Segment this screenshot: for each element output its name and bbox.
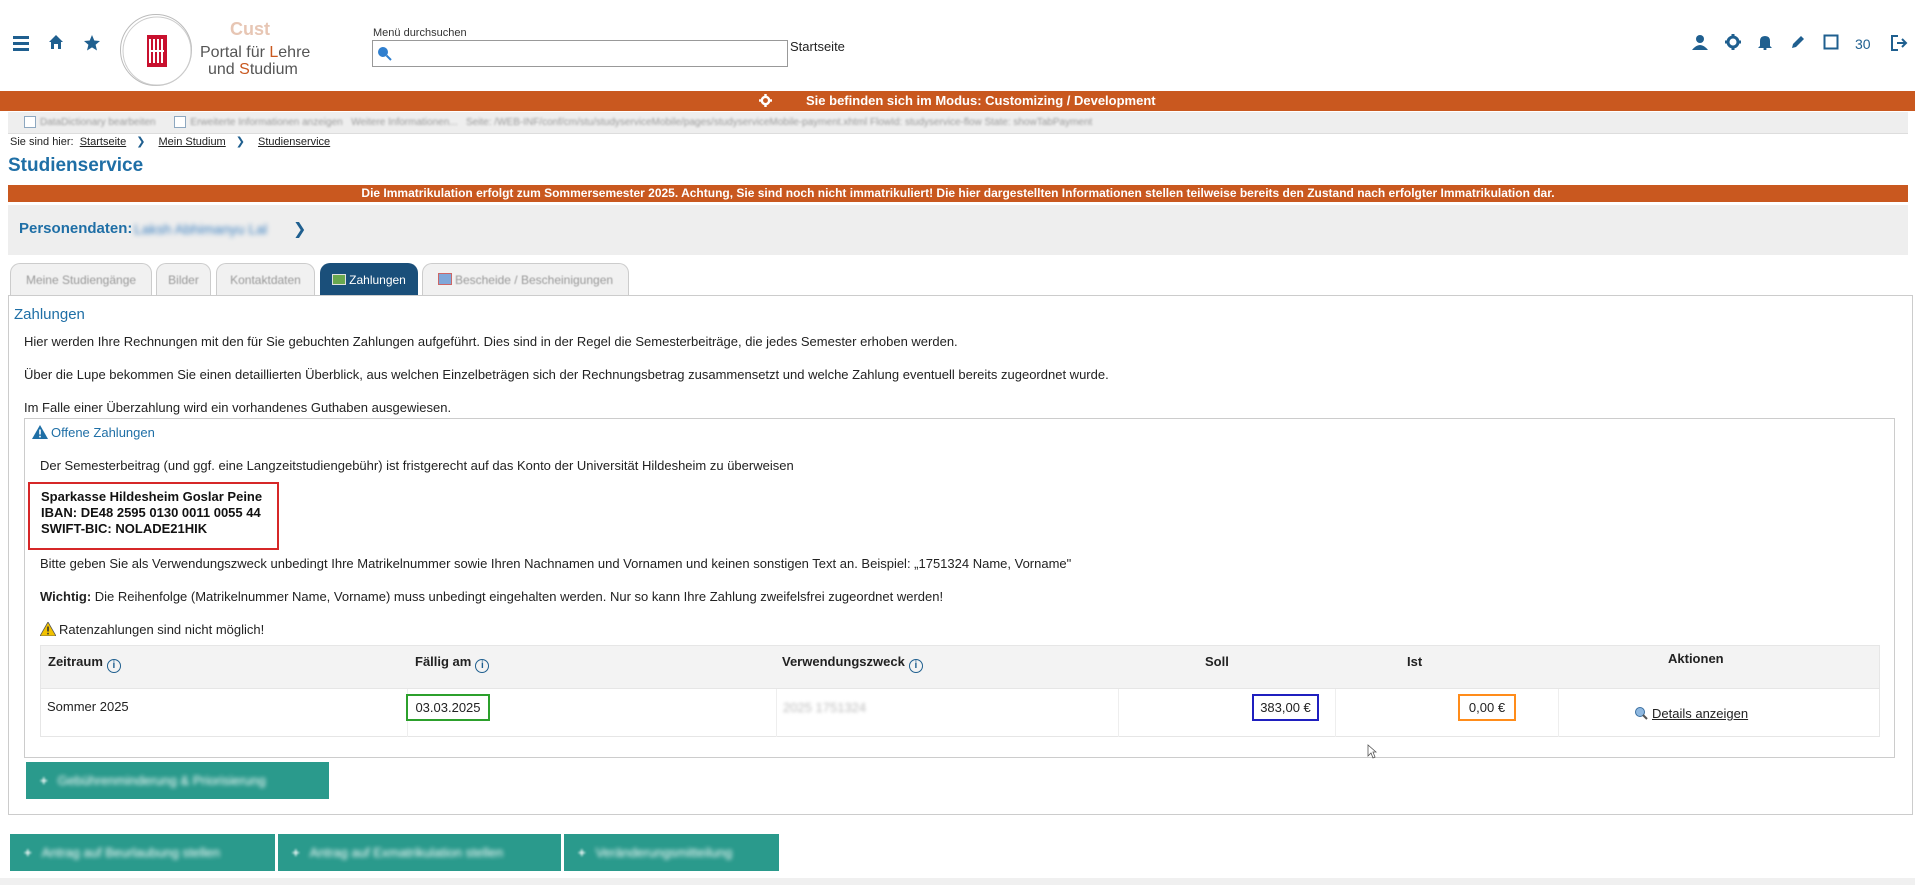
extended-info-checkbox[interactable] xyxy=(174,116,187,129)
portal-title: Portal für Lehre und Studium xyxy=(200,44,311,78)
magnifier-icon[interactable] xyxy=(1634,706,1648,720)
col-header-faellig: Fällig am i xyxy=(415,654,490,673)
cell-soll: 383,00 € xyxy=(1252,694,1319,721)
info-icon[interactable]: i xyxy=(475,659,490,673)
breadcrumb-startseite[interactable]: Startseite xyxy=(80,136,126,148)
chevron-right-icon[interactable]: ❯ xyxy=(293,219,306,239)
dev-item-extended-info: Erweiterte Informationen anzeigen xyxy=(190,117,343,128)
search-input[interactable] xyxy=(372,40,788,67)
cell-ist: 0,00 € xyxy=(1458,694,1516,721)
offene-intro: Der Semesterbeitrag (und ggf. eine Langz… xyxy=(40,458,794,473)
gear-icon[interactable] xyxy=(1722,34,1744,55)
tab-bilder[interactable]: Bilder xyxy=(156,263,211,295)
search-icon xyxy=(378,47,392,61)
breadcrumb-studienservice[interactable]: Studienservice xyxy=(258,136,330,148)
mode-text: Sie befinden sich im Modus: Customizing … xyxy=(806,93,1156,108)
col-header-soll: Soll xyxy=(1205,654,1229,669)
installments-note: Ratenzahlungen sind nicht möglich! xyxy=(40,622,264,637)
bank-name: Sparkasse Hildesheim Goslar Peine xyxy=(41,489,263,504)
person-name[interactable]: Laksh Abhimanyu Lal xyxy=(134,221,267,237)
page-title: Studienservice xyxy=(8,155,144,176)
tab-zahlungen[interactable]: Zahlungen xyxy=(320,263,418,295)
logout-icon[interactable] xyxy=(1888,34,1910,57)
warning-icon xyxy=(40,622,56,636)
plus-icon: + xyxy=(292,845,300,860)
pencil-icon[interactable] xyxy=(1787,34,1809,55)
tab-kontaktdaten[interactable]: Kontaktdaten xyxy=(216,263,315,295)
dev-item-datadictionary: DataDictionary bearbeiten xyxy=(40,117,156,128)
logo-cust: Cust xyxy=(230,19,270,39)
bank-bic: SWIFT-BIC: NOLADE21HIK xyxy=(41,521,208,536)
cell-zeitraum: Sommer 2025 xyxy=(47,699,129,714)
col-header-zeitraum: Zeitraum i xyxy=(48,654,121,673)
startseite-link[interactable]: Startseite xyxy=(790,39,845,54)
plus-icon: + xyxy=(40,773,48,788)
zahlungen-intro-1: Hier werden Ihre Rechnungen mit den für … xyxy=(24,334,958,349)
offene-zahlungen-title: Offene Zahlungen xyxy=(32,425,155,440)
mode-bar: Sie befinden sich im Modus: Customizing … xyxy=(0,91,1915,111)
home-icon[interactable] xyxy=(45,34,67,55)
search-label: Menü durchsuchen xyxy=(373,27,467,39)
bank-iban: IBAN: DE48 2595 0130 0011 0055 44 xyxy=(41,505,261,520)
info-icon[interactable]: i xyxy=(908,659,923,673)
person-bar[interactable]: Personendaten: Laksh Abhimanyu Lal ❯ xyxy=(8,205,1908,255)
payment-icon xyxy=(332,274,347,285)
plus-icon: + xyxy=(578,845,586,860)
tab-bescheide[interactable]: Bescheide / Bescheinigungen xyxy=(422,263,629,295)
beurlaubung-button[interactable]: + Antrag auf Beurlaubung stellen xyxy=(10,834,275,871)
document-icon xyxy=(437,273,452,285)
zahlungen-intro-3: Im Falle einer Überzahlung wird ein vorh… xyxy=(24,400,452,415)
star-icon[interactable] xyxy=(81,34,103,57)
exmatrikulation-button[interactable]: + Antrag auf Exmatrikulation stellen xyxy=(278,834,561,871)
chevron-right-icon: ❯ xyxy=(136,136,146,148)
university-seal-logo xyxy=(120,14,192,86)
menu-icon[interactable] xyxy=(10,34,32,57)
datadictionary-checkbox[interactable] xyxy=(24,116,36,129)
dev-item-more-info[interactable]: Weitere Informationen... xyxy=(351,117,458,128)
bell-icon[interactable] xyxy=(1754,34,1776,55)
chevron-right-icon: ❯ xyxy=(235,136,245,148)
details-anzeigen-link[interactable]: Details anzeigen xyxy=(1652,706,1748,721)
purpose-hint: Bitte geben Sie als Verwendungszweck unb… xyxy=(40,556,1072,571)
dev-item-page-info: Seite: /WEB-INF/conf/cm/stu/studyservice… xyxy=(465,117,1093,128)
gebuehrenminderung-button[interactable]: + Gebührenminderung & Priorisierung xyxy=(26,762,329,799)
table-row xyxy=(40,689,1880,737)
warning-icon xyxy=(32,425,48,439)
payments-table-header xyxy=(40,645,1880,689)
counter-badge: 30 xyxy=(1855,36,1871,52)
col-header-aktionen: Aktionen xyxy=(1668,651,1724,666)
gear-icon xyxy=(759,91,773,111)
mouse-cursor-icon xyxy=(1367,744,1377,759)
col-header-ist: Ist xyxy=(1407,654,1423,669)
important-note: Wichtig: Die Reihenfolge (Matrikelnummer… xyxy=(40,589,944,604)
dev-toolbar: DataDictionary bearbeiten Erweiterte Inf… xyxy=(8,112,1908,134)
immatrikulation-notice: Die Immatrikulation erfolgt zum Sommerse… xyxy=(8,185,1908,202)
zahlungen-intro-2: Über die Lupe bekommen Sie einen detaill… xyxy=(24,367,1109,382)
breadcrumb: Sie sind hier: Startseite ❯ Mein Studium ❯… xyxy=(10,135,330,148)
veraenderungsmitteilung-button[interactable]: + Veränderungsmitteilung xyxy=(564,834,779,871)
square-icon[interactable] xyxy=(1820,34,1842,55)
person-label: Personendaten: xyxy=(19,220,133,237)
section-title-zahlungen: Zahlungen xyxy=(14,306,85,323)
tab-meine-studiengaenge[interactable]: Meine Studiengänge xyxy=(10,263,152,295)
bank-details-box: Sparkasse Hildesheim Goslar Peine IBAN: … xyxy=(28,482,279,550)
plus-icon: + xyxy=(24,845,32,860)
header: Cust Portal für Lehre und Studium Menü d… xyxy=(0,0,1915,92)
breadcrumb-prefix: Sie sind hier: xyxy=(10,136,74,148)
breadcrumb-mein-studium[interactable]: Mein Studium xyxy=(158,136,225,148)
col-header-verwendungszweck: Verwendungszweck i xyxy=(782,654,923,673)
horizontal-scrollbar[interactable] xyxy=(0,878,1915,885)
cell-verwendungszweck: 2025 1751324 xyxy=(783,700,867,715)
cell-faellig: 03.03.2025 xyxy=(406,694,490,721)
info-icon[interactable]: i xyxy=(106,659,121,673)
user-icon[interactable] xyxy=(1689,34,1711,55)
